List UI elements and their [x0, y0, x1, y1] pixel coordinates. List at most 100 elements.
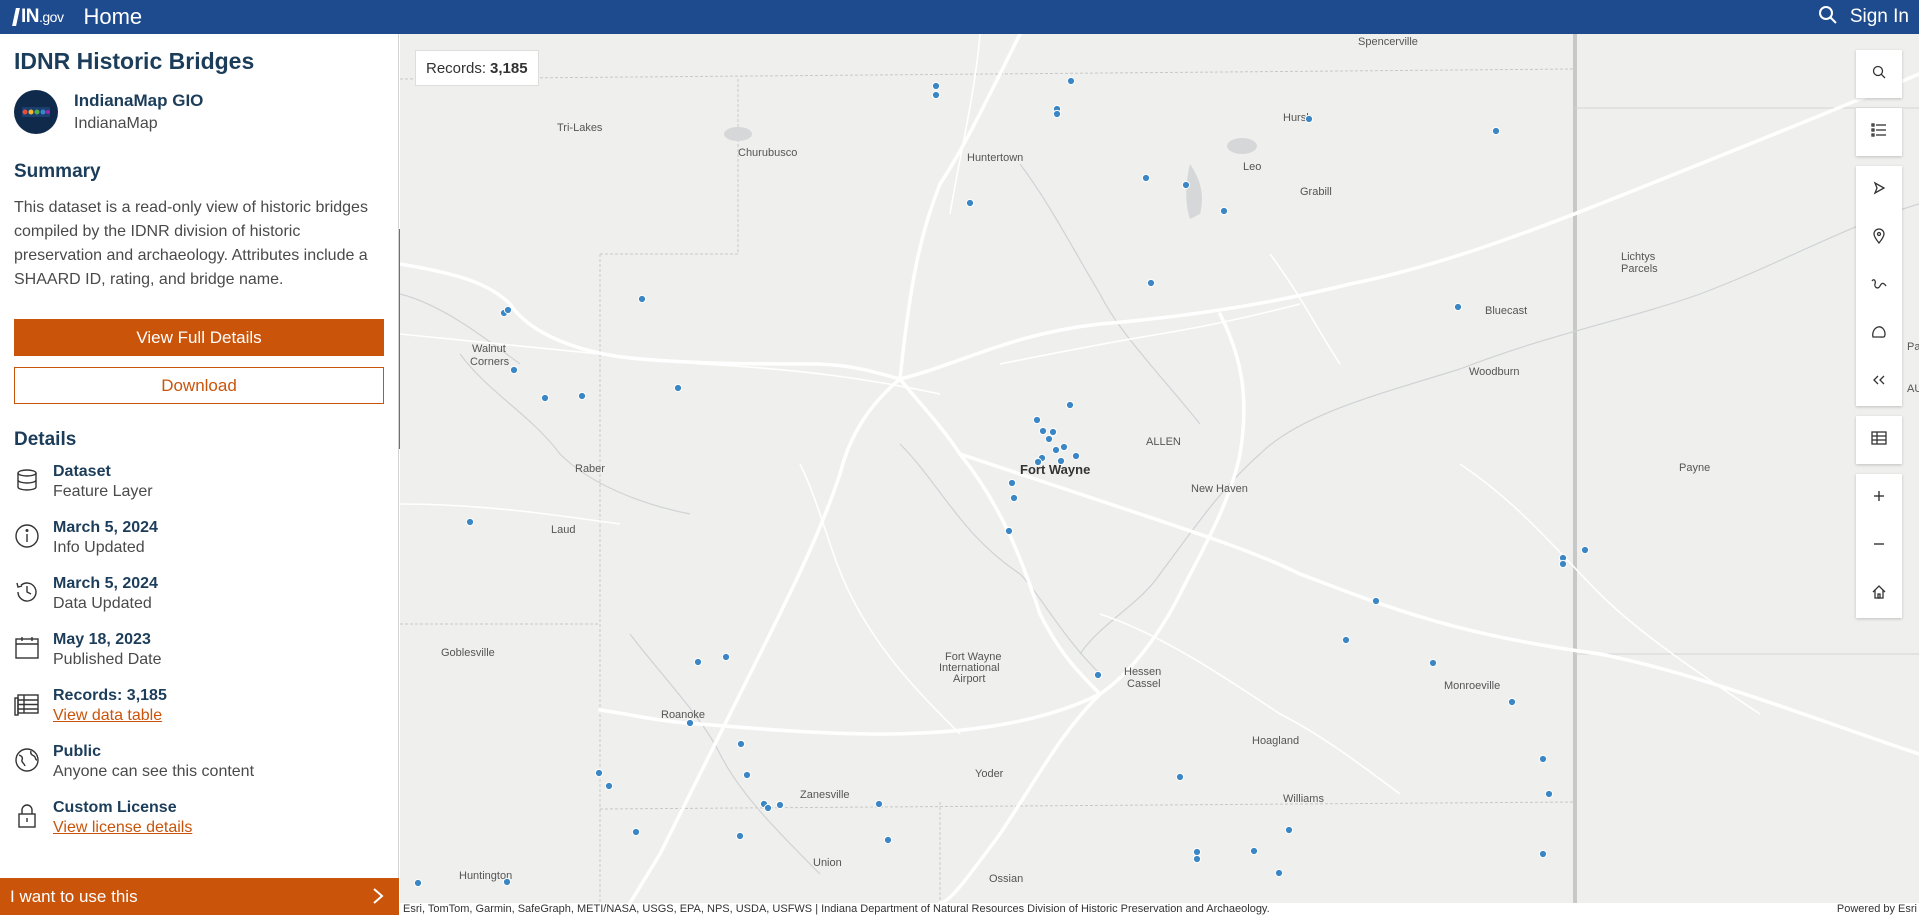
bridge-point[interactable] [1175, 772, 1185, 782]
bridge-point[interactable] [1146, 278, 1156, 288]
bridge-point[interactable] [1056, 456, 1066, 466]
bridge-point[interactable] [1249, 846, 1259, 856]
bridge-point[interactable] [965, 198, 975, 208]
in-gov-logo[interactable]: IN .gov [12, 6, 64, 28]
home-link[interactable]: Home [83, 4, 142, 30]
bridge-point[interactable] [1304, 114, 1314, 124]
bridge-point[interactable] [1071, 451, 1081, 461]
bridge-point[interactable] [413, 878, 423, 888]
bridge-point[interactable] [874, 799, 884, 809]
table-button[interactable] [1856, 416, 1902, 464]
bridge-point[interactable] [736, 739, 746, 749]
basemap-button[interactable] [1856, 310, 1902, 358]
bridge-point[interactable] [1558, 559, 1568, 569]
bridge-point[interactable] [1274, 868, 1284, 878]
bridge-point[interactable] [931, 81, 941, 91]
download-button[interactable]: Download [14, 367, 384, 404]
bridge-point[interactable] [509, 365, 519, 375]
bridge-point[interactable] [931, 90, 941, 100]
bridge-point[interactable] [1341, 635, 1351, 645]
bridge-point[interactable] [1192, 854, 1202, 864]
bridge-point[interactable] [1009, 493, 1019, 503]
bridge-point[interactable] [775, 800, 785, 810]
bridge-point[interactable] [540, 393, 550, 403]
bridge-point[interactable] [685, 718, 695, 728]
bridge-point[interactable] [1033, 457, 1043, 467]
bridge-point[interactable] [1052, 109, 1062, 119]
bridge-point[interactable] [1007, 478, 1017, 488]
map-view[interactable]: Spencerville Tri-Lakes Churubusco Hunter… [400, 34, 1919, 903]
bridge-point[interactable] [742, 770, 752, 780]
zoom-in-button[interactable] [1856, 474, 1902, 522]
navigate-button[interactable] [1856, 166, 1902, 214]
detail-main: May 18, 2023 [53, 631, 151, 648]
map-search-button[interactable] [1856, 50, 1902, 98]
powered-by-esri[interactable]: Powered by Esri [1830, 903, 1917, 915]
bridge-point[interactable] [763, 803, 773, 813]
label-ossian: Ossian [989, 873, 1023, 885]
bridge-point[interactable] [1048, 427, 1058, 437]
bridge-point[interactable] [735, 831, 745, 841]
bridge-point[interactable] [1065, 400, 1075, 410]
bridge-point[interactable] [1066, 76, 1076, 86]
bridge-point[interactable] [1284, 825, 1294, 835]
label-leo: Leo [1243, 161, 1261, 173]
view-full-details-button[interactable]: View Full Details [14, 319, 384, 356]
bridge-point[interactable] [1491, 126, 1501, 136]
bridge-point[interactable] [1181, 180, 1191, 190]
bridge-point[interactable] [883, 835, 893, 845]
bridge-point[interactable] [1507, 697, 1517, 707]
basemap-icon [1871, 325, 1887, 344]
locate-button[interactable] [1856, 214, 1902, 262]
home-extent-button[interactable] [1856, 570, 1902, 618]
bridge-point[interactable] [1428, 658, 1438, 668]
i-want-to-use-this-button[interactable]: I want to use this [0, 878, 399, 915]
bridge-point[interactable] [1051, 445, 1061, 455]
bridge-point[interactable] [1192, 847, 1202, 857]
bridge-point[interactable] [1032, 415, 1042, 425]
bridge-point[interactable] [693, 657, 703, 667]
bridge-point[interactable] [673, 383, 683, 393]
collapse-icon [1872, 373, 1886, 391]
bridge-point[interactable] [1371, 596, 1381, 606]
bridge-point[interactable] [1453, 302, 1463, 312]
bridge-point[interactable] [604, 781, 614, 791]
bridge-point[interactable] [1538, 754, 1548, 764]
bridge-point[interactable] [465, 517, 475, 527]
label-tri-lakes: Tri-Lakes [557, 122, 603, 134]
bridge-point[interactable] [1093, 670, 1103, 680]
bridge-point[interactable] [637, 294, 647, 304]
bridge-point[interactable] [1141, 173, 1151, 183]
bridge-point[interactable] [503, 305, 513, 315]
view-data-table-link[interactable]: View data table [53, 707, 162, 725]
bridge-point[interactable] [594, 768, 604, 778]
summary-heading: Summary [14, 161, 101, 182]
owner-org: IndianaMap [74, 115, 158, 132]
bridge-point[interactable] [1004, 526, 1014, 536]
view-license-link[interactable]: View license details [53, 819, 192, 837]
bridge-point[interactable] [1580, 545, 1590, 555]
bridge-point[interactable] [577, 391, 587, 401]
records-count-chip: Records: 3,185 [415, 50, 539, 86]
minor-roads [400, 34, 1761, 795]
zoom-out-icon [1873, 537, 1885, 555]
sign-in-link[interactable]: Sign In [1850, 6, 1909, 28]
search-icon[interactable] [1818, 5, 1838, 30]
analysis-tool-group [1856, 166, 1902, 406]
legend-button[interactable] [1856, 108, 1902, 156]
owner-avatar[interactable] [14, 90, 58, 134]
bridge-point[interactable] [1044, 434, 1054, 444]
bridge-point[interactable] [1219, 206, 1229, 216]
bridge-point[interactable] [631, 827, 641, 837]
owner-name[interactable]: IndianaMap GIO [74, 91, 203, 111]
detail-main: Custom License [53, 799, 177, 816]
bridge-point[interactable] [1544, 789, 1554, 799]
bridge-point[interactable] [502, 877, 512, 887]
measure-button[interactable] [1856, 262, 1902, 310]
bridge-point[interactable] [1538, 849, 1548, 859]
bridge-point[interactable] [1059, 442, 1069, 452]
bridge-point[interactable] [1038, 426, 1048, 436]
collapse-button[interactable] [1856, 358, 1902, 406]
zoom-out-button[interactable] [1856, 522, 1902, 570]
bridge-point[interactable] [721, 652, 731, 662]
